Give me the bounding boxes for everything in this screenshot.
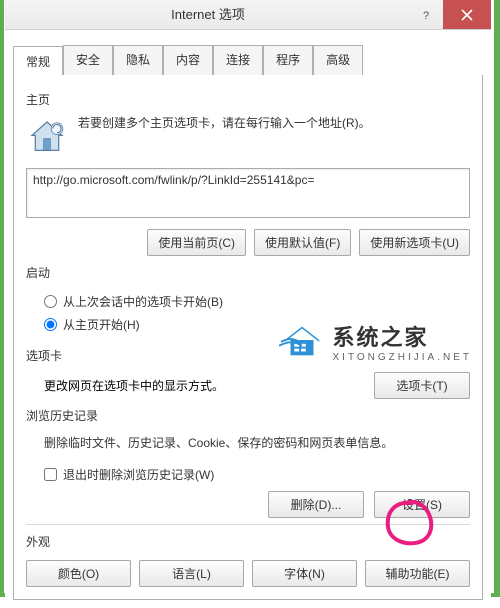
radio-start-from-last-input[interactable] bbox=[44, 295, 57, 308]
languages-button[interactable]: 语言(L) bbox=[139, 560, 244, 587]
appearance-section-label: 外观 bbox=[26, 533, 470, 550]
help-button[interactable]: ? bbox=[411, 0, 443, 29]
radio-start-from-home-input[interactable] bbox=[44, 318, 57, 331]
tab-connections[interactable]: 连接 bbox=[213, 45, 263, 75]
history-section-label: 浏览历史记录 bbox=[26, 407, 470, 424]
divider bbox=[26, 524, 470, 525]
startup-section-label: 启动 bbox=[26, 264, 470, 281]
fonts-button[interactable]: 字体(N) bbox=[252, 560, 357, 587]
colors-button[interactable]: 颜色(O) bbox=[26, 560, 131, 587]
history-settings-button[interactable]: 设置(S) bbox=[374, 491, 470, 518]
radio-start-from-last-label: 从上次会话中的选项卡开始(B) bbox=[63, 293, 223, 310]
tabs-settings-button[interactable]: 选项卡(T) bbox=[374, 372, 470, 399]
tabs-section-label: 选项卡 bbox=[26, 347, 470, 364]
delete-on-exit-label: 退出时删除浏览历史记录(W) bbox=[63, 466, 214, 483]
accessibility-button[interactable]: 辅助功能(E) bbox=[365, 560, 470, 587]
tab-security[interactable]: 安全 bbox=[63, 45, 113, 75]
delete-history-button[interactable]: 删除(D)... bbox=[268, 491, 364, 518]
svg-text:?: ? bbox=[423, 10, 429, 21]
tab-content[interactable]: 内容 bbox=[163, 45, 213, 75]
delete-on-exit-checkbox[interactable]: 退出时删除浏览历史记录(W) bbox=[44, 466, 470, 483]
tabs-section-desc: 更改网页在选项卡中的显示方式。 bbox=[44, 377, 224, 394]
close-button[interactable] bbox=[443, 0, 491, 29]
tabpanel-general: 主页 若要创建多个主页选项卡，请在每行输入一个地址(R)。 使用当前页(C) 使… bbox=[13, 75, 483, 600]
delete-on-exit-input[interactable] bbox=[44, 468, 57, 481]
tab-privacy[interactable]: 隐私 bbox=[113, 45, 163, 75]
tabstrip: 常规 安全 隐私 内容 连接 程序 高级 bbox=[13, 45, 483, 76]
tab-advanced[interactable]: 高级 bbox=[313, 45, 363, 75]
radio-start-from-home-label: 从主页开始(H) bbox=[63, 316, 140, 333]
homepage-url-input[interactable] bbox=[26, 168, 470, 218]
tab-programs[interactable]: 程序 bbox=[263, 45, 313, 75]
homepage-section-label: 主页 bbox=[26, 91, 470, 108]
homepage-instruction: 若要创建多个主页选项卡，请在每行输入一个地址(R)。 bbox=[78, 112, 470, 132]
tab-general[interactable]: 常规 bbox=[13, 46, 63, 76]
window-title: Internet 选项 bbox=[5, 0, 411, 29]
radio-start-from-last[interactable]: 从上次会话中的选项卡开始(B) bbox=[44, 293, 470, 310]
radio-start-from-home[interactable]: 从主页开始(H) bbox=[44, 316, 470, 333]
use-default-button[interactable]: 使用默认值(F) bbox=[254, 229, 351, 256]
use-newtab-button[interactable]: 使用新选项卡(U) bbox=[359, 229, 470, 256]
home-icon bbox=[26, 116, 68, 158]
use-current-button[interactable]: 使用当前页(C) bbox=[147, 229, 246, 256]
titlebar: Internet 选项 ? bbox=[5, 0, 491, 30]
history-desc: 删除临时文件、历史记录、Cookie、保存的密码和网页表单信息。 bbox=[26, 428, 470, 460]
